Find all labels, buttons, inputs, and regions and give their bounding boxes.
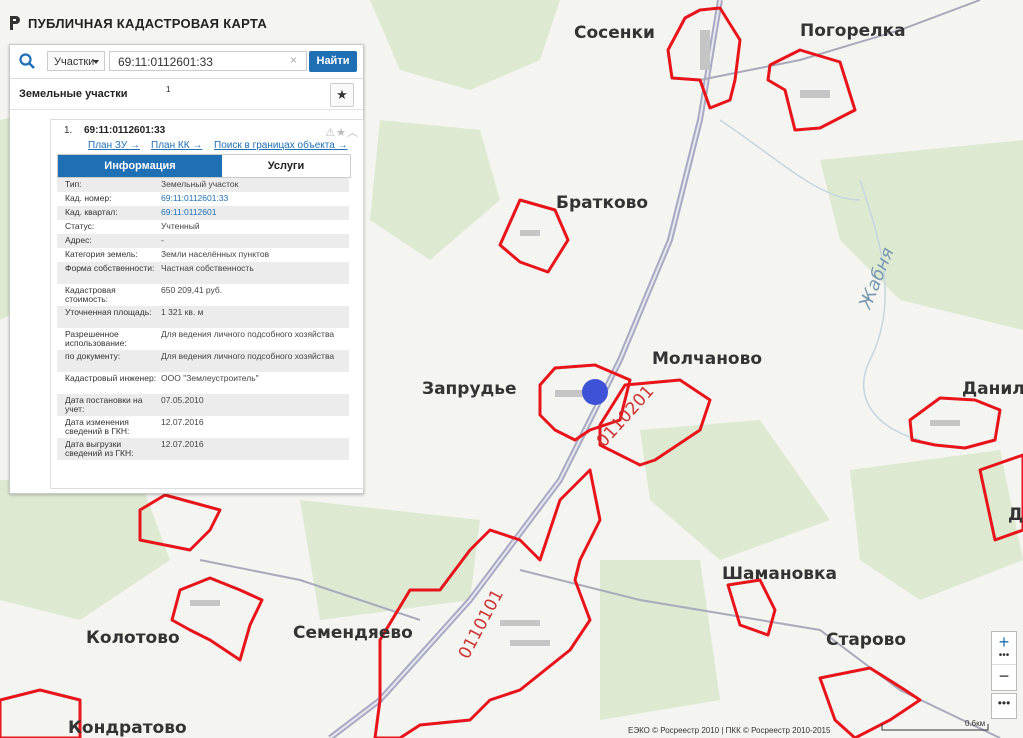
info-row: Кадастровая стоимость: 650 209,41 руб. (57, 284, 349, 306)
search-bar: Участки 69:11:0112601:33 × Найти (10, 45, 363, 79)
tab-information[interactable]: Информация (58, 155, 222, 177)
info-row: по документу: Для ведения личного подсобн… (57, 350, 349, 372)
info-row: Дата выгрузки сведений из ГКН: 12.07.2016 (57, 438, 349, 460)
search-panel: Участки 69:11:0112601:33 × Найти Земельн… (9, 44, 364, 494)
zoom-slider-handle[interactable]: ••• (992, 651, 1016, 664)
card-index: 1. (64, 125, 73, 136)
info-value: 650 209,41 руб. (161, 285, 223, 295)
info-value: 1 321 кв. м (161, 307, 204, 317)
card-tabs: Информация Услуги (57, 154, 351, 178)
info-row: Категория земель: Земли населённых пункто… (57, 248, 349, 262)
search-input[interactable]: 69:11:0112601:33 (109, 51, 307, 71)
app-header: ПУБЛИЧНАЯ КАДАСТРОВАЯ КАРТА (8, 14, 267, 32)
info-row: Тип: Земельный участок (57, 178, 349, 192)
info-key: Дата постановки на учет: (65, 395, 143, 414)
info-key: Адрес: (65, 235, 92, 245)
search-in-bounds-link[interactable]: Поиск в границах объекта → (214, 140, 348, 151)
card-actions-icons[interactable]: ⚠★︿ (325, 124, 359, 140)
info-key: Кад. номер: (65, 193, 112, 203)
info-key: Дата выгрузки сведений из ГКН: (65, 439, 134, 458)
object-type-select[interactable]: Участки (47, 51, 105, 71)
info-value: 12.07.2016 (161, 439, 204, 449)
info-key: по документу: (65, 351, 121, 361)
place-label-bratkovo: Братково (556, 193, 648, 213)
place-label-semendyaevo: Семендяево (293, 623, 413, 643)
info-key: Кадастровый инженер: (65, 373, 157, 383)
info-key: Уточненная площадь: (65, 307, 152, 317)
search-icon[interactable] (18, 52, 36, 70)
info-key: Категория земель: (65, 249, 138, 259)
place-label-d: Д (1008, 505, 1023, 525)
info-row: Уточненная площадь: 1 321 кв. м (57, 306, 349, 328)
info-value: Земельный участок (161, 179, 239, 189)
info-value[interactable]: 69:11:0112601:33 (161, 194, 341, 203)
info-value: Частная собственность (161, 263, 254, 273)
card-cad-number: 69:11:0112601:33 (84, 125, 166, 136)
info-key: Кад. квартал: (65, 207, 118, 217)
scale-label: 0.6км (965, 719, 986, 728)
place-label-danilovskoe: Даниловс (962, 379, 1023, 399)
info-key: Кадастровая стоимость: (65, 285, 116, 304)
info-value: 07.05.2010 (161, 395, 204, 405)
zoom-out-button[interactable]: − (992, 664, 1016, 687)
clear-search-icon[interactable]: × (290, 53, 297, 67)
info-row: Адрес: - (57, 234, 349, 248)
info-row: Разрешенное использование: Для ведения ли… (57, 328, 349, 350)
info-value: Учтенный (161, 221, 200, 231)
place-label-molchanovo: Молчаново (652, 349, 762, 369)
results-count: 1 (166, 85, 171, 94)
place-label-shamanovka: Шамановка (722, 564, 837, 584)
tab-services[interactable]: Услуги (222, 155, 350, 177)
info-key: Разрешенное использование: (65, 329, 127, 348)
info-value: - (161, 235, 164, 245)
plan-kk-link[interactable]: План КК → (151, 140, 202, 151)
place-label-starovo: Старово (826, 630, 906, 650)
info-key: Тип: (65, 179, 82, 189)
place-label-kolotovo: Колотово (86, 628, 180, 648)
info-row: Кад. квартал: 69:11:0112601 (57, 206, 349, 220)
card-links: План ЗУ → План КК → Поиск в границах объ… (51, 140, 363, 152)
zoom-in-button[interactable]: + (992, 632, 1016, 652)
more-tools-button[interactable]: ••• (991, 693, 1017, 719)
info-row: Кадастровый инженер: ООО "Землеустроитель… (57, 372, 349, 394)
logo-icon (10, 16, 20, 30)
info-key: Дата изменения сведений в ГКН: (65, 417, 130, 436)
info-row: Статус: Учтенный (57, 220, 349, 234)
object-type-value: Участки (54, 56, 95, 68)
info-value: Для ведения личного подсобного хозяйства (161, 351, 335, 361)
info-value: 12.07.2016 (161, 417, 204, 427)
find-button[interactable]: Найти (309, 51, 357, 72)
info-key: Статус: (65, 221, 95, 231)
selected-location-marker[interactable] (582, 379, 608, 405)
plan-zu-link[interactable]: План ЗУ → (88, 140, 140, 151)
favorite-star-button[interactable]: ★ (330, 83, 354, 107)
info-row: Кад. номер: 69:11:0112601:33 (57, 192, 349, 206)
chevron-down-icon (93, 60, 99, 64)
info-row: Форма собственности: Частная собственност… (57, 262, 349, 284)
info-table: Тип: Земельный участок Кад. номер: 69:11:01… (57, 178, 349, 460)
info-value: ООО "Землеустроитель" (161, 373, 259, 383)
place-label-zaprudye: Запрудье (422, 379, 517, 399)
results-title: Земельные участки (19, 88, 128, 100)
app-title: ПУБЛИЧНАЯ КАДАСТРОВАЯ КАРТА (28, 15, 268, 31)
place-label-kondratovo: Кондратово (68, 718, 187, 738)
info-value: Для ведения личного подсобного хозяйства (161, 329, 335, 339)
results-header: Земельные участки 1 ★ (10, 79, 363, 110)
place-label-pogorelka: Погорелка (800, 21, 906, 41)
place-label-sosenki: Сосенки (574, 23, 655, 43)
info-key: Форма собственности: (65, 263, 155, 273)
zoom-control: + ••• − (991, 631, 1017, 691)
attribution-text: ЕЭКО © Росреестр 2010 | ПКК © Росреестр … (628, 726, 831, 735)
info-value: Земли населённых пунктов (161, 249, 270, 259)
info-value[interactable]: 69:11:0112601 (161, 208, 341, 217)
info-row: Дата постановки на учет: 07.05.2010 (57, 394, 349, 416)
parcel-card: 1. 69:11:0112601:33 ⚠★︿ План ЗУ → План К… (50, 119, 364, 489)
info-row: Дата изменения сведений в ГКН: 12.07.2016 (57, 416, 349, 438)
